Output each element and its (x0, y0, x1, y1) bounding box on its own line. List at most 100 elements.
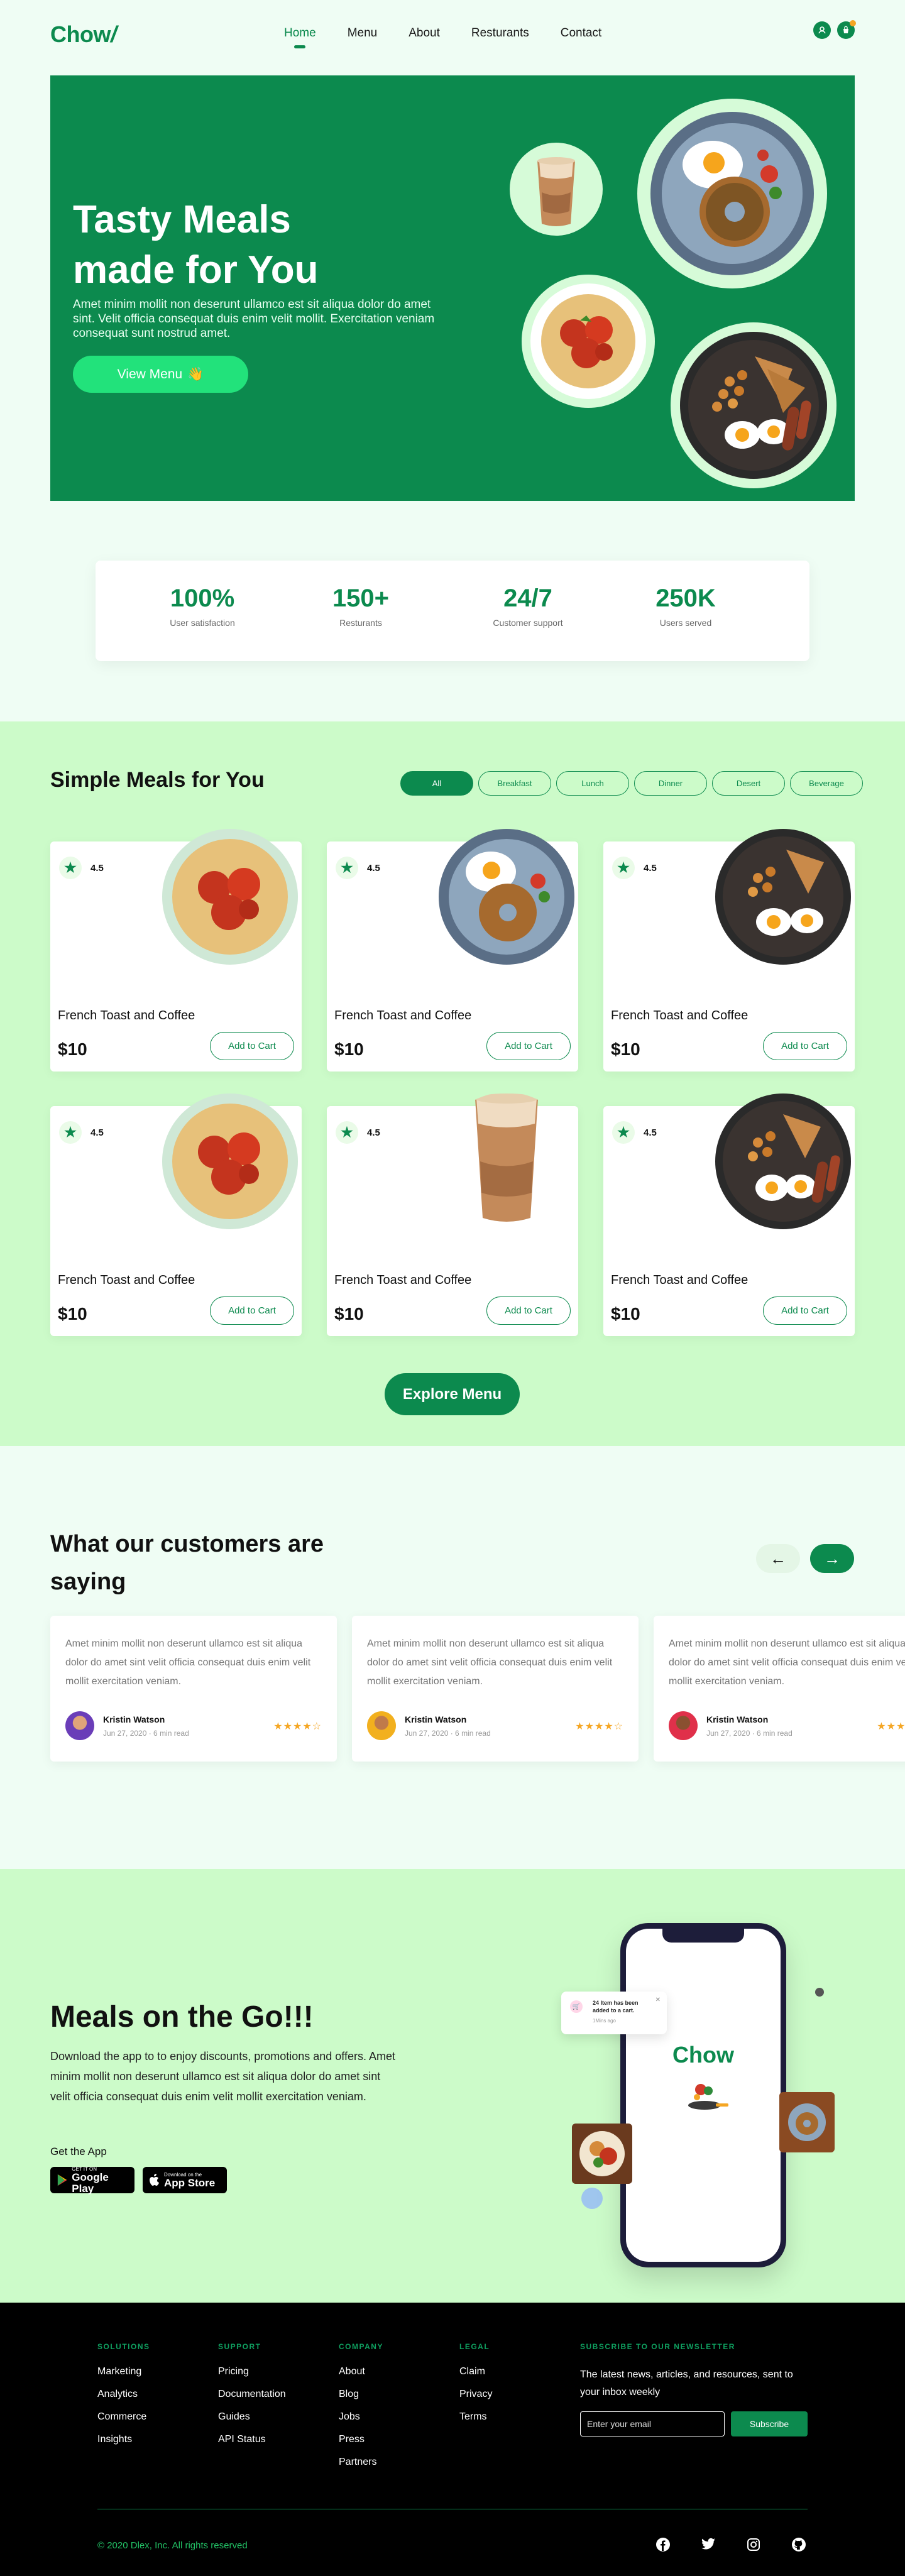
stat-value: 100% (170, 584, 235, 612)
footer-heading: SOLUTIONS (97, 2342, 150, 2351)
filter-beverage[interactable]: Beverage (790, 771, 863, 796)
view-menu-button[interactable]: View Menu 👋 (73, 356, 248, 393)
rating: ★ 4.5 (336, 1121, 380, 1144)
toast-eggs-sausage-pan-image (715, 1093, 851, 1229)
meal-name: French Toast and Coffee (58, 1009, 195, 1022)
prev-arrow-button[interactable]: ← (756, 1544, 800, 1573)
meal-card[interactable]: ★ 4.5 French Toast and Coffee $10 Add to … (50, 1093, 302, 1336)
filter-all[interactable]: All (400, 771, 473, 796)
footer-link[interactable]: Documentation (218, 2389, 286, 2400)
iced-coffee-image (475, 1093, 538, 1222)
meal-card[interactable]: ★ 4.5 French Toast and Coffee $10 Add to … (50, 829, 302, 1072)
iced-coffee-image (510, 143, 603, 236)
subscribe-button[interactable]: Subscribe (731, 2411, 808, 2436)
stat-resturants: 150+ Resturants (292, 584, 430, 628)
footer-link[interactable]: Jobs (339, 2411, 383, 2423)
meal-card[interactable]: ★ 4.5 French Toast and Coffee $10 Add to … (603, 1093, 855, 1336)
rating: ★ 4.5 (612, 1121, 657, 1144)
breakfast-pan-image (671, 322, 836, 488)
footer-link[interactable]: Partners (339, 2457, 383, 2468)
footer-link[interactable]: About (339, 2366, 383, 2377)
review-card: Amet minim mollit non deserunt ullamco e… (50, 1616, 337, 1762)
nav-menu[interactable]: Menu (348, 26, 378, 40)
star-icon: ★ (612, 1121, 635, 1144)
filter-desert[interactable]: Desert (712, 771, 785, 796)
meal-card[interactable]: ★ 4.5 French Toast and Coffee $10 Add to … (603, 829, 855, 1072)
twitter-icon[interactable] (700, 2536, 716, 2553)
meal-name: French Toast and Coffee (58, 1273, 195, 1287)
stat-label: Resturants (339, 618, 382, 628)
footer-heading: SUBSCRIBE TO OUR NEWSLETTER (580, 2342, 735, 2351)
footer-link[interactable]: Press (339, 2434, 383, 2445)
google-play-button[interactable]: GET IT ON Google Play (50, 2166, 134, 2194)
logo[interactable]: Chow/ (50, 21, 117, 48)
meal-price: $10 (611, 1304, 640, 1324)
footer-link[interactable]: Terms (459, 2411, 492, 2423)
filter-breakfast[interactable]: Breakfast (478, 771, 551, 796)
review-text: Amet minim mollit non deserunt ullamco e… (65, 1638, 311, 1687)
reviewer-name: Kristin Watson (405, 1714, 467, 1724)
footer-link[interactable]: Guides (218, 2411, 286, 2423)
review-date: Jun 27, 2020 · 6 min read (405, 1729, 491, 1738)
add-to-cart-button[interactable]: Add to Cart (486, 1296, 571, 1325)
github-icon[interactable] (791, 2536, 807, 2553)
footer-link[interactable]: Blog (339, 2389, 383, 2400)
email-input[interactable] (580, 2411, 725, 2436)
add-to-cart-button[interactable]: Add to Cart (763, 1032, 847, 1060)
footer-link[interactable]: Marketing (97, 2366, 150, 2377)
footer-link[interactable]: Commerce (97, 2411, 150, 2423)
footer-link[interactable]: Pricing (218, 2366, 286, 2377)
phone-mockup: Chow (620, 1923, 786, 2267)
footer-link[interactable]: API Status (218, 2434, 286, 2445)
cart-icon[interactable] (837, 20, 856, 39)
phone-screen: Chow (626, 1929, 781, 2262)
rating: ★ 4.5 (59, 857, 104, 879)
add-to-cart-button[interactable]: Add to Cart (210, 1296, 294, 1325)
filter-lunch[interactable]: Lunch (556, 771, 629, 796)
footer-link[interactable]: Claim (459, 2366, 492, 2377)
cart-notification: 🛒 24 Item has been added to a cart. 1Min… (561, 1992, 667, 2034)
avatar (669, 1711, 698, 1740)
filter-dinner[interactable]: Dinner (634, 771, 707, 796)
spaghetti-plate-image (522, 275, 655, 408)
stat-satisfaction: 100% User satisfaction (133, 584, 272, 628)
add-to-cart-button[interactable]: Add to Cart (763, 1296, 847, 1325)
user-icon[interactable] (813, 21, 831, 39)
get-app-label: Get the App (50, 2146, 107, 2157)
review-card: Amet minim mollit non deserunt ullamco e… (654, 1616, 905, 1762)
nav-contact[interactable]: Contact (561, 26, 601, 40)
add-to-cart-button[interactable]: Add to Cart (210, 1032, 294, 1060)
stat-label: Users served (659, 618, 712, 628)
explore-menu-button[interactable]: Explore Menu (385, 1373, 520, 1415)
add-to-cart-button[interactable]: Add to Cart (486, 1032, 571, 1060)
rating: ★ 4.5 (59, 1121, 104, 1144)
spaghetti-meatballs-image (162, 829, 298, 965)
footer-link[interactable]: Analytics (97, 2389, 150, 2400)
stat-value: 24/7 (503, 584, 552, 612)
close-icon[interactable]: ✕ (655, 1997, 661, 2003)
instagram-icon[interactable] (745, 2536, 762, 2553)
nav-home[interactable]: Home (284, 26, 316, 40)
nav-about[interactable]: About (409, 26, 440, 40)
next-arrow-button[interactable]: → (810, 1544, 854, 1573)
footer-link[interactable]: Insights (97, 2434, 150, 2445)
meal-card[interactable]: ★ 4.5 French Toast and Coffee $10 Add to … (327, 829, 578, 1072)
footer-link[interactable]: Privacy (459, 2389, 492, 2400)
meal-card[interactable]: ★ 4.5 French Toast and Coffee $10 Add to … (327, 1093, 578, 1336)
footer-col-support: SUPPORT Pricing Documentation Guides API… (218, 2342, 286, 2457)
footer-col-legal: LEGAL Claim Privacy Terms (459, 2342, 492, 2434)
star-icon: ★ (59, 1121, 82, 1144)
rating: ★ 4.5 (336, 857, 380, 879)
facebook-icon[interactable] (655, 2536, 671, 2553)
google-play-icon (57, 2174, 67, 2186)
review-date: Jun 27, 2020 · 6 min read (706, 1729, 793, 1738)
reviewer-name: Kristin Watson (103, 1714, 165, 1724)
copyright: © 2020 Dlex, Inc. All rights reserved (97, 2540, 248, 2551)
review-card: Amet minim mollit non deserunt ullamco e… (352, 1616, 639, 1762)
meal-filters: All Breakfast Lunch Dinner Desert Bevera… (400, 771, 863, 796)
stat-label: Customer support (493, 618, 563, 628)
rating-stars: ★★★★☆ (575, 1721, 623, 1732)
nav-resturants[interactable]: Resturants (471, 26, 529, 40)
app-store-button[interactable]: Download on the App Store (143, 2167, 227, 2193)
rating-stars: ★★★★☆ (273, 1721, 322, 1732)
